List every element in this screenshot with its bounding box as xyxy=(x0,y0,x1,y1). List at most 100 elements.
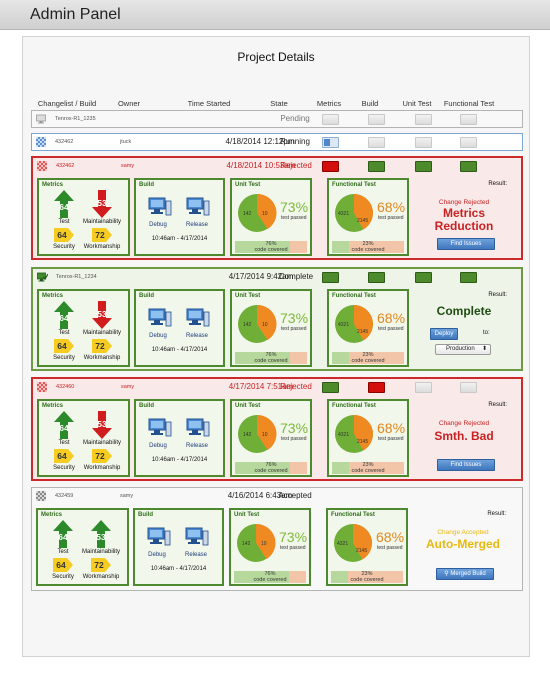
functional-test-status-box[interactable] xyxy=(460,272,477,283)
state-text: Running xyxy=(280,137,310,146)
col-header-build[interactable]: Build xyxy=(362,99,379,108)
deploy-target-select[interactable]: Production ⬍ xyxy=(435,344,491,355)
metrics-status-box[interactable] xyxy=(322,272,339,283)
unit-test-card[interactable]: Unit Test 142 10 73% test passed 76% cod… xyxy=(230,399,312,477)
computer-icon[interactable] xyxy=(186,418,210,438)
changelist-id[interactable]: 432462 xyxy=(56,163,74,169)
metrics-card[interactable]: Metrics 64 53 Test Maintainability 64 72… xyxy=(36,508,129,586)
debug-build-label[interactable]: Debug xyxy=(148,552,166,558)
unit-test-card[interactable]: Unit Test 142 10 73% test passed 76% cod… xyxy=(230,289,312,367)
maintainability-score: 53 xyxy=(97,419,107,429)
metrics-progress-box[interactable] xyxy=(322,137,339,148)
build-status-box[interactable] xyxy=(368,137,385,148)
changelist-id[interactable]: 432462 xyxy=(55,139,73,145)
functional-test-card[interactable]: Functional Test 4321 2145 68% test passe… xyxy=(327,399,409,477)
col-header-unit-test[interactable]: Unit Test xyxy=(402,99,431,108)
deploy-button[interactable]: Deploy xyxy=(430,328,458,340)
build-card[interactable]: Build Debug Release 10:46am - 4/17/2014 xyxy=(134,289,225,367)
col-header-owner[interactable]: Owner xyxy=(118,99,140,108)
select-arrows-icon: ⬍ xyxy=(481,346,487,352)
find-issues-button[interactable]: Find Issues xyxy=(437,459,495,471)
monitor-check-icon xyxy=(37,272,49,282)
build-status-box[interactable] xyxy=(368,161,385,172)
metrics-card[interactable]: Metrics 64 53 Test Maintainability 64 72… xyxy=(37,399,130,477)
build-row-rejected-1[interactable]: 432462 samy 4/18/2014 10:53am Rejected M… xyxy=(31,156,523,260)
computer-icon[interactable] xyxy=(148,197,172,217)
maintainability-label: Maintainability xyxy=(82,219,122,225)
failed-count: 2145 xyxy=(357,439,368,445)
computer-icon[interactable] xyxy=(186,308,210,328)
build-card[interactable]: Build Debug Release 10:46am - 4/17/2014 xyxy=(133,508,224,586)
unit-test-status-box[interactable] xyxy=(415,272,432,283)
pass-percent: 68% xyxy=(377,420,406,436)
debug-build-label[interactable]: Debug xyxy=(149,333,167,339)
find-issues-button[interactable]: Find Issues xyxy=(437,238,495,250)
owner-name: jtuck xyxy=(120,139,132,145)
state-text: Rejected xyxy=(280,161,312,170)
metrics-card[interactable]: Metrics 64 53 Test Maintainability 64 72… xyxy=(37,289,130,367)
col-header-changelist[interactable]: Changelist / Build xyxy=(38,99,96,108)
col-header-state[interactable]: State xyxy=(270,99,288,108)
debug-build-label[interactable]: Debug xyxy=(149,443,167,449)
functional-test-status-box[interactable] xyxy=(460,114,477,125)
functional-test-card[interactable]: Functional Test 4321 2145 68% test passe… xyxy=(326,508,408,586)
merged-build-button[interactable]: ⚲ Merged Build xyxy=(436,568,494,580)
unit-test-status-box[interactable] xyxy=(415,137,432,148)
debug-build-label[interactable]: Debug xyxy=(149,222,167,228)
computer-icon[interactable] xyxy=(148,308,172,328)
computer-icon[interactable] xyxy=(185,527,209,547)
changelist-id[interactable]: 432459 xyxy=(55,493,73,499)
unit-test-card[interactable]: Unit Test 142 10 73% test passed 76% cod… xyxy=(230,178,312,256)
unit-test-status-box[interactable] xyxy=(415,114,432,125)
build-card[interactable]: Build Debug Release 10:46am - 4/17/2014 xyxy=(134,399,225,477)
build-card[interactable]: Build Debug Release 10:46am - 4/17/2014 xyxy=(134,178,225,256)
unit-test-status-box[interactable] xyxy=(415,382,432,393)
computer-icon[interactable] xyxy=(147,527,171,547)
owner-name: samy xyxy=(121,384,135,390)
unit-test-card[interactable]: Unit Test 142 10 73% test passed 76% cod… xyxy=(229,508,311,586)
metrics-card[interactable]: Metrics 64 53 Test Maintainability 64 72… xyxy=(37,178,130,256)
result-label: Result: xyxy=(488,292,507,298)
build-status-box[interactable] xyxy=(368,114,385,125)
functional-test-status-box[interactable] xyxy=(460,137,477,148)
functional-test-card[interactable]: Functional Test 4321 2145 68% test passe… xyxy=(327,178,409,256)
release-build-label[interactable]: Release xyxy=(185,552,207,558)
build-row-complete[interactable]: Tenrox-R1_1234 4/17/2014 9:42am Complete… xyxy=(31,267,523,371)
col-header-metrics[interactable]: Metrics xyxy=(317,99,341,108)
metrics-status-box[interactable] xyxy=(322,161,339,172)
build-status-box[interactable] xyxy=(368,382,385,393)
metrics-status-box[interactable] xyxy=(322,382,339,393)
passed-count: 142 xyxy=(243,432,252,438)
functional-test-status-box[interactable] xyxy=(460,161,477,172)
build-row-rejected-2[interactable]: 432460 samy 4/17/2014 7:51am Rejected Me… xyxy=(31,377,523,481)
workmanship-score: 72 xyxy=(95,341,105,351)
build-row-accepted[interactable]: 432459 samy 4/16/2014 6:43am Accepted Me… xyxy=(31,487,523,591)
computer-icon[interactable] xyxy=(148,418,172,438)
maintainability-score: 53 xyxy=(97,309,107,319)
result-title-line1: Auto-Merged xyxy=(426,537,500,551)
coverage-bar: 23% code covered xyxy=(332,462,404,474)
build-row-running[interactable]: 432462 jtuck 4/18/2014 12:12pm Running xyxy=(31,133,523,151)
computer-icon[interactable] xyxy=(186,197,210,217)
changelist-id[interactable]: 432460 xyxy=(56,384,74,390)
unit-test-status-box[interactable] xyxy=(415,161,432,172)
arrow-down-icon: 53 xyxy=(92,301,112,329)
metrics-card-title: Metrics xyxy=(42,403,64,409)
changelist-id[interactable]: Tenrox-R1_1235 xyxy=(55,116,96,122)
release-build-label[interactable]: Release xyxy=(186,222,208,228)
col-header-functional-test[interactable]: Functional Test xyxy=(444,99,494,108)
col-header-time[interactable]: Time Started xyxy=(188,99,231,108)
functional-test-card[interactable]: Functional Test 4321 2145 68% test passe… xyxy=(327,289,409,367)
release-build-label[interactable]: Release xyxy=(186,333,208,339)
coverage-label: code covered xyxy=(254,247,288,253)
maintainability-label: Maintainability xyxy=(82,330,122,336)
build-status-box[interactable] xyxy=(368,272,385,283)
coverage-label: code covered xyxy=(351,247,385,253)
functional-test-status-box[interactable] xyxy=(460,382,477,393)
release-build-label[interactable]: Release xyxy=(186,443,208,449)
metrics-status-box[interactable] xyxy=(322,114,339,125)
passed-count: 4321 xyxy=(338,432,349,438)
arrow-down-icon: 53 xyxy=(92,190,112,218)
build-row-pending[interactable]: Tenrox-R1_1235 Pending xyxy=(31,110,523,128)
changelist-id[interactable]: Tenrox-R1_1234 xyxy=(56,274,97,280)
